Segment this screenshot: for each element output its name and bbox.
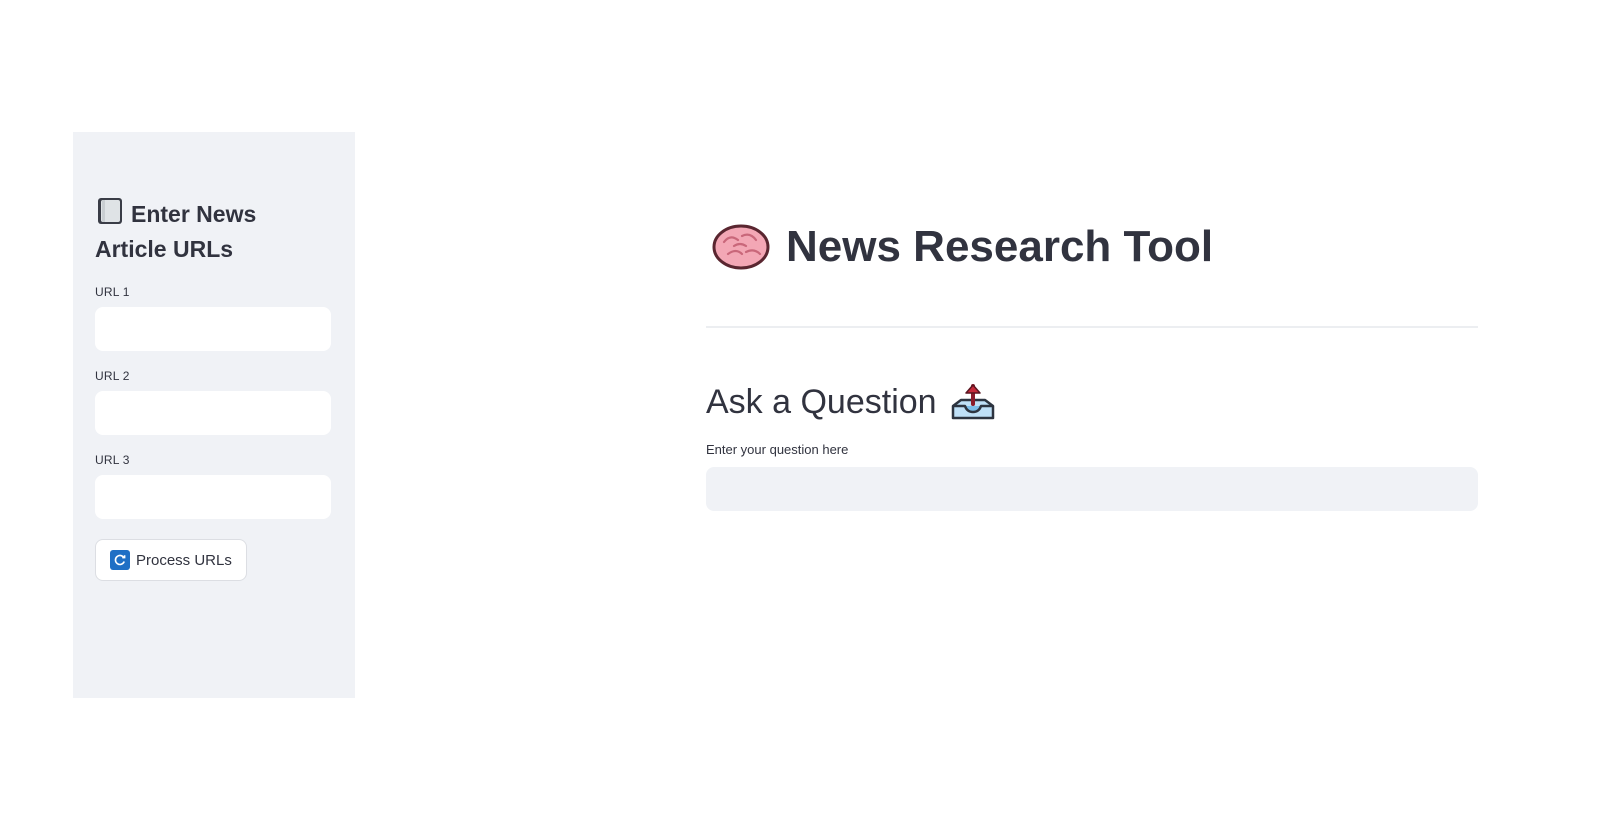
url-input-2[interactable] [95,391,331,435]
url-label-2: URL 2 [95,369,130,383]
refresh-icon [110,550,130,570]
url-label-1: URL 1 [95,285,130,299]
main-content: News Research Tool Ask a Question Enter … [706,218,1478,511]
brain-icon [712,224,770,270]
sidebar-header: Enter News Article URLs [95,196,295,265]
ask-question-text: Ask a Question [706,383,937,421]
url-field-2: URL 2 [95,369,333,435]
sidebar: Enter News Article URLs URL 1 URL 2 URL … [73,132,355,698]
page-title-text: News Research Tool [786,222,1214,271]
question-input[interactable] [706,467,1478,511]
page-title: News Research Tool [706,218,1478,276]
app-page: Enter News Article URLs URL 1 URL 2 URL … [0,0,1600,824]
url-input-1[interactable] [95,307,331,351]
url-field-1: URL 1 [95,285,333,351]
url-field-3: URL 3 [95,453,333,519]
url-input-3[interactable] [95,475,331,519]
url-label-3: URL 3 [95,453,130,467]
notebook-icon [95,196,125,234]
process-urls-label: Process URLs [136,551,232,569]
inbox-tray-icon [951,384,994,420]
process-urls-button[interactable]: Process URLs [95,539,247,581]
ask-question-header: Ask a Question [706,380,1478,424]
question-label: Enter your question here [706,442,849,457]
divider [706,326,1478,328]
